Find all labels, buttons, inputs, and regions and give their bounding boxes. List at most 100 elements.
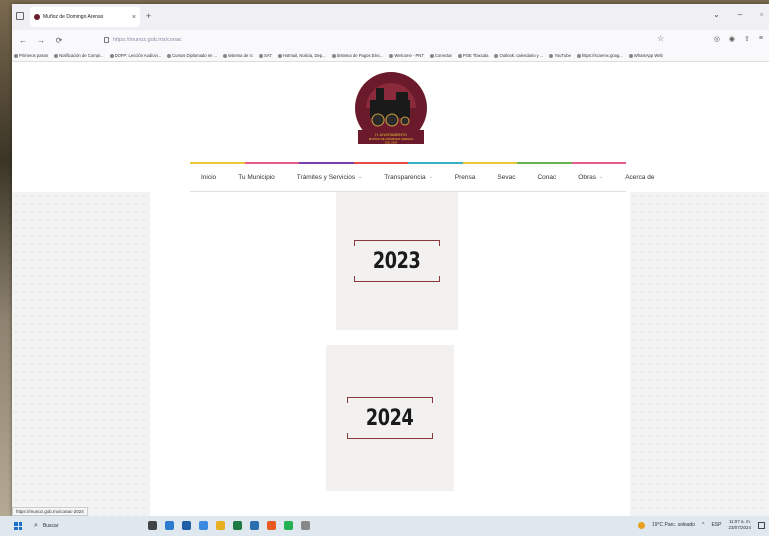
tray-chevron-icon[interactable]: ^: [702, 522, 704, 528]
task-view-icon[interactable]: [148, 521, 157, 530]
year-card-2024[interactable]: 2024: [326, 345, 454, 491]
taskbar: ⌕ Buscar 19°C Parc. soleado ^ ESP 11:07 …: [0, 516, 769, 536]
forward-arrow-icon[interactable]: →: [34, 36, 48, 45]
bookmark-label: POE Tlaxcala: [462, 53, 489, 58]
bookmark-favicon-icon: [54, 53, 59, 58]
tab-title: Muñoz de Domingo Arenas: [43, 14, 104, 20]
pocket-icon[interactable]: ◎: [714, 35, 720, 43]
file-explorer-icon[interactable]: [216, 521, 225, 530]
tab-list-icon[interactable]: [16, 12, 24, 20]
menu-item-tu-municipio[interactable]: Tu Municipio: [227, 174, 286, 181]
menu-item-label: Sevac: [497, 173, 516, 181]
bookmark-favicon-icon: [628, 53, 633, 58]
firefox-icon[interactable]: [267, 521, 276, 530]
search-placeholder: Buscar: [42, 523, 59, 529]
bookmark-favicon-icon: [167, 53, 172, 58]
language-indicator[interactable]: ESP: [711, 522, 721, 528]
bookmark-favicon-icon: [549, 53, 554, 58]
status-bar-url: https://munoz.gob.mx/conac-2024: [12, 507, 88, 516]
bookmark-item[interactable]: https://scoemx.goog...: [576, 53, 623, 58]
lock-icon: [104, 37, 109, 43]
tab-strip: Muñoz de Domingo Arenas × + ⌄ – ▫: [12, 4, 769, 30]
menu-icon[interactable]: ≡: [759, 35, 763, 43]
svg-text:2021-2024: 2021-2024: [385, 141, 398, 145]
nav-bar: ← → ⟳ https://munoz.gob.mx/conac ☆ ◎ ◉ ⇧…: [12, 30, 769, 50]
bookmark-star-icon[interactable]: ☆: [657, 34, 664, 43]
year-card-2023[interactable]: 2023: [336, 192, 458, 330]
menu-item-label: Obras: [578, 173, 596, 181]
store-icon[interactable]: [182, 521, 191, 530]
municipality-logo[interactable]: H. AYUNTAMIENTO MUÑOZ DE DOMINGO ARENAS …: [352, 70, 430, 158]
tab-overflow-chevron-icon[interactable]: ⌄: [713, 10, 720, 19]
clock-date: 23/07/2024: [728, 525, 751, 530]
bookmark-favicon-icon: [429, 53, 434, 58]
menu-item-label: Prensa: [454, 173, 476, 181]
close-tab-icon[interactable]: ×: [132, 14, 136, 21]
minimize-icon[interactable]: –: [738, 10, 742, 19]
menu-item-obras[interactable]: Obras ⌄: [567, 174, 614, 181]
mail-icon[interactable]: [199, 521, 208, 530]
app-icon[interactable]: [301, 521, 310, 530]
weather-text[interactable]: 19°C Parc. soleado: [652, 522, 695, 528]
year-label: 2023: [373, 248, 421, 274]
left-pattern: [12, 192, 152, 516]
bookmark-item[interactable]: Welcome - PNT: [389, 53, 424, 58]
bookmark-favicon-icon: [494, 53, 499, 58]
bookmark-label: Sistema de Pagos Elec...: [336, 53, 384, 58]
word-icon[interactable]: [165, 521, 174, 530]
bookmark-favicon-icon: [258, 53, 263, 58]
taskbar-search[interactable]: ⌕ Buscar: [34, 522, 58, 530]
bookmark-item[interactable]: Primeros pasos: [14, 53, 48, 58]
bookmark-item[interactable]: WhatsApp Web: [628, 53, 663, 58]
reload-icon[interactable]: ⟳: [52, 36, 66, 45]
chevron-down-icon: ⌄: [358, 174, 363, 180]
bookmark-item[interactable]: Notificación de Compr...: [54, 53, 104, 58]
bookmark-label: Hotmail, Noticia, Dep...: [282, 53, 326, 58]
excel-icon[interactable]: [233, 521, 242, 530]
menu-item-tr-mites-y-servicios[interactable]: Trámites y Servicios ⌄: [286, 174, 373, 181]
menu-item-sevac[interactable]: Sevac: [486, 174, 526, 181]
account-icon[interactable]: ◉: [729, 35, 735, 43]
bookmark-label: YouTube: [554, 53, 571, 58]
menu-item-transparencia[interactable]: Transparencia ⌄: [373, 174, 444, 181]
bookmark-item[interactable]: DOFP: Lección Audiovi...: [109, 53, 161, 58]
menu-item-acerca-de[interactable]: Acerca de: [614, 174, 665, 181]
search-icon: ⌕: [34, 522, 38, 529]
new-tab-icon[interactable]: +: [146, 11, 151, 21]
site-favicon-icon: [34, 14, 40, 20]
bookmark-item[interactable]: POE Tlaxcala: [457, 53, 489, 58]
menu-item-conac[interactable]: Conac: [526, 174, 567, 181]
bookmark-item[interactable]: SAT: [258, 53, 272, 58]
bookmark-label: Primeros pasos: [19, 53, 49, 58]
menu-item-prensa[interactable]: Prensa: [444, 174, 487, 181]
start-button-icon[interactable]: [14, 522, 22, 530]
address-bar[interactable]: https://munoz.gob.mx/conac: [104, 33, 674, 47]
menu-item-label: Transparencia: [384, 173, 426, 181]
bookmark-item[interactable]: YouTube: [549, 53, 571, 58]
right-pattern: [630, 192, 769, 516]
extensions-icon[interactable]: ⇧: [744, 35, 750, 43]
weather-icon[interactable]: [637, 521, 645, 529]
notifications-icon[interactable]: [758, 521, 765, 529]
bookmark-label: WhatsApp Web: [633, 53, 663, 58]
menu-item-label: Acerca de: [625, 173, 655, 181]
chevron-down-icon: ⌄: [598, 174, 604, 180]
bookmark-item[interactable]: sistema de rc: [223, 53, 253, 58]
edge-icon[interactable]: [250, 521, 259, 530]
clock[interactable]: 11:07 a. m. 23/07/2024: [728, 519, 751, 531]
whatsapp-icon[interactable]: [284, 521, 293, 530]
bookmark-item[interactable]: Hotmail, Noticia, Dep...: [277, 53, 326, 58]
menu-color-stripe: [190, 162, 626, 164]
maximize-icon[interactable]: ▫: [760, 10, 763, 19]
menu-item-inicio[interactable]: Inicio: [190, 174, 227, 181]
year-frame: 2024: [347, 397, 433, 439]
bookmark-item[interactable]: Cursos Diplomado en ...: [167, 53, 217, 58]
bookmark-item[interactable]: Sistema de Pagos Elec...: [331, 53, 384, 58]
active-tab[interactable]: Muñoz de Domingo Arenas ×: [30, 7, 140, 27]
bookmark-label: Outlook: calendario y ...: [499, 53, 544, 58]
bookmark-favicon-icon: [109, 53, 114, 58]
bookmark-item[interactable]: Conectar: [429, 53, 452, 58]
bookmark-item[interactable]: Outlook: calendario y ...: [494, 53, 543, 58]
bookmark-favicon-icon: [389, 53, 394, 58]
back-arrow-icon[interactable]: ←: [16, 36, 30, 45]
